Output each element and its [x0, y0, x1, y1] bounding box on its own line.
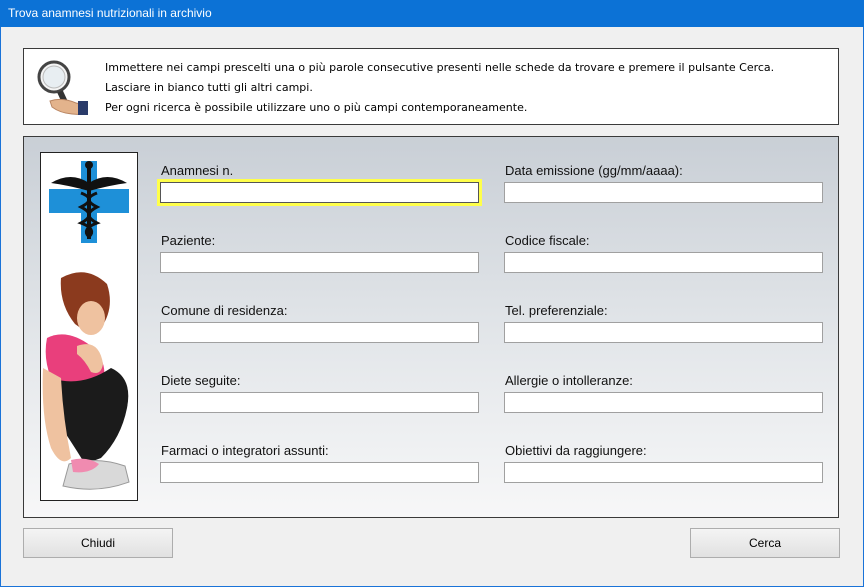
- magnifier-hand-icon: [37, 60, 88, 115]
- diets-input[interactable]: [160, 392, 479, 413]
- diets-label: Diete seguite:: [161, 373, 241, 388]
- patient-input[interactable]: [160, 252, 479, 273]
- instructions-box: Immettere nei campi prescelti una o più …: [23, 48, 839, 125]
- drugs-input[interactable]: [160, 462, 479, 483]
- allergies-input[interactable]: [504, 392, 823, 413]
- issue-date-label: Data emissione (gg/mm/aaaa):: [505, 163, 683, 178]
- search-form-panel: Anamnesi n. Paziente: Comune di residenz…: [23, 136, 839, 518]
- issue-date-input[interactable]: [504, 182, 823, 203]
- residence-label: Comune di residenza:: [161, 303, 288, 318]
- anamnesi-number-label: Anamnesi n.: [161, 163, 234, 178]
- title-bar[interactable]: Trova anamnesi nutrizionali in archivio: [0, 0, 864, 27]
- phone-input[interactable]: [504, 322, 823, 343]
- window-title: Trova anamnesi nutrizionali in archivio: [8, 6, 212, 20]
- drugs-label: Farmaci o integratori assunti:: [161, 443, 329, 458]
- tax-code-input[interactable]: [504, 252, 823, 273]
- anamnesi-number-input[interactable]: [160, 182, 479, 203]
- instruction-line-3: Per ogni ricerca è possibile utilizzare …: [105, 101, 528, 114]
- search-dialog-window: Trova anamnesi nutrizionali in archivio …: [0, 0, 864, 587]
- dialog-client-area: Immettere nei campi prescelti una o più …: [1, 27, 863, 586]
- patient-label: Paziente:: [161, 233, 216, 248]
- allergies-label: Allergie o intolleranze:: [505, 373, 633, 388]
- side-illustration: [40, 152, 138, 501]
- tax-code-label: Codice fiscale:: [505, 233, 590, 248]
- residence-input[interactable]: [160, 322, 479, 343]
- close-button[interactable]: Chiudi: [23, 528, 173, 558]
- instruction-line-2: Lasciare in bianco tutti gli altri campi…: [105, 81, 313, 94]
- woman-on-scale-image: [42, 272, 130, 490]
- instruction-line-1: Immettere nei campi prescelti una o più …: [105, 61, 775, 74]
- search-button[interactable]: Cerca: [690, 528, 840, 558]
- goals-label: Obiettivi da raggiungere:: [505, 443, 647, 458]
- phone-label: Tel. preferenziale:: [505, 303, 608, 318]
- goals-input[interactable]: [504, 462, 823, 483]
